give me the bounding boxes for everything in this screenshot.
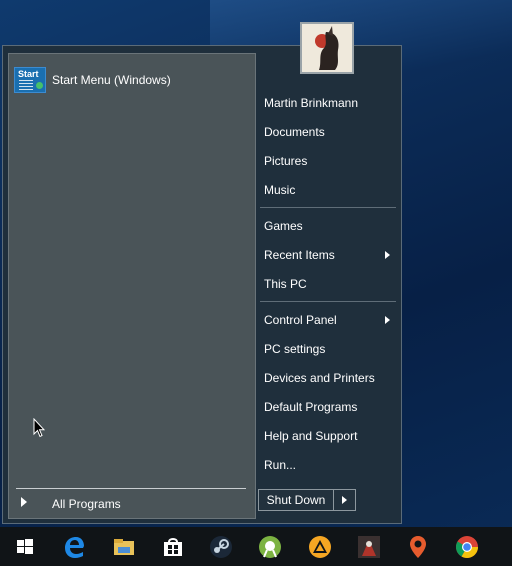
- vlc-icon[interactable]: [307, 534, 333, 560]
- expand-arrow-icon: [21, 497, 27, 507]
- game-icon[interactable]: [356, 534, 382, 560]
- menu-item-user[interactable]: Martin Brinkmann: [264, 92, 396, 114]
- user-avatar-icon: [302, 24, 352, 72]
- menu-item-control-panel[interactable]: Control Panel: [264, 309, 396, 331]
- menu-item-pictures[interactable]: Pictures: [264, 150, 396, 172]
- menu-item-devices-printers[interactable]: Devices and Printers: [264, 367, 396, 389]
- submenu-arrow-icon: [385, 251, 390, 259]
- shutdown-group: Shut Down: [258, 489, 356, 511]
- pinned-item-start-menu[interactable]: Start Start Menu (Windows): [14, 64, 250, 96]
- pinned-item-label: Start Menu (Windows): [52, 73, 171, 87]
- taskbar: [0, 527, 512, 566]
- divider: [16, 488, 246, 489]
- menu-item-run[interactable]: Run...: [264, 454, 396, 476]
- windows-start-icon[interactable]: [12, 534, 38, 560]
- user-avatar[interactable]: [300, 22, 354, 74]
- menu-item-default-programs[interactable]: Default Programs: [264, 396, 396, 418]
- menu-item-music[interactable]: Music: [264, 179, 396, 201]
- file-explorer-icon[interactable]: [111, 534, 137, 560]
- android-studio-icon[interactable]: [257, 534, 283, 560]
- menu-item-recent-items[interactable]: Recent Items: [264, 244, 396, 266]
- steam-icon[interactable]: [208, 534, 234, 560]
- menu-item-this-pc[interactable]: This PC: [264, 273, 396, 295]
- menu-item-pc-settings[interactable]: PC settings: [264, 338, 396, 360]
- all-programs-button[interactable]: All Programs: [9, 488, 255, 518]
- edge-icon[interactable]: [62, 534, 88, 560]
- divider: [260, 207, 396, 208]
- all-programs-label: All Programs: [52, 497, 121, 511]
- menu-item-games[interactable]: Games: [264, 215, 396, 237]
- divider: [260, 301, 396, 302]
- mouse-cursor-icon: [33, 418, 45, 438]
- menu-item-documents[interactable]: Documents: [264, 121, 396, 143]
- shutdown-options-button[interactable]: [334, 489, 356, 511]
- programs-pane: Start Start Menu (Windows) All Programs: [8, 53, 256, 519]
- chrome-icon[interactable]: [454, 534, 480, 560]
- menu-item-help-support[interactable]: Help and Support: [264, 425, 396, 447]
- shutdown-button[interactable]: Shut Down: [258, 489, 334, 511]
- start-menu-app-icon: Start: [14, 67, 46, 93]
- submenu-arrow-icon: [385, 316, 390, 324]
- maps-icon[interactable]: [405, 534, 431, 560]
- store-icon[interactable]: [160, 534, 186, 560]
